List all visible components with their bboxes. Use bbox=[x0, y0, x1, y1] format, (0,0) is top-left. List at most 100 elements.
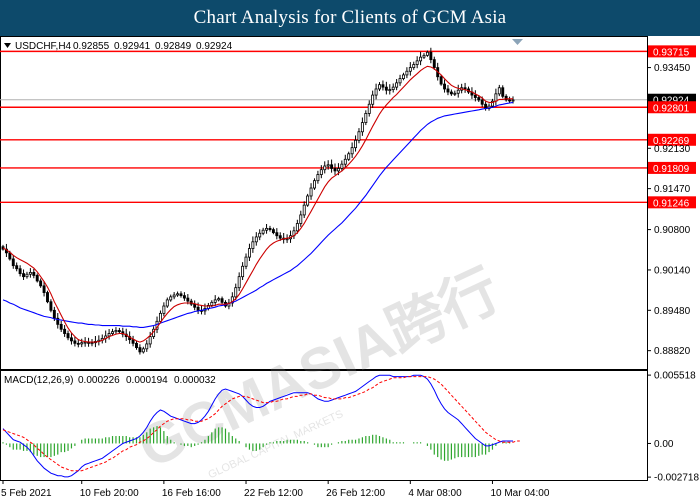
candle-body-up bbox=[217, 298, 221, 301]
time-tick-label: 4 Mar 08:00 bbox=[408, 488, 462, 499]
candle-body-up bbox=[494, 93, 498, 102]
candle-body-up bbox=[261, 229, 265, 234]
candle-body-down bbox=[131, 339, 135, 344]
candle-body-up bbox=[316, 174, 320, 182]
candle-body-up bbox=[299, 214, 303, 224]
candle-body-up bbox=[360, 122, 364, 133]
candle-body-up bbox=[364, 113, 368, 123]
candle-body-down bbox=[333, 168, 337, 172]
candle-body-up bbox=[306, 195, 310, 206]
candle-body-down bbox=[15, 265, 19, 270]
macd-info: MACD(12,26,9) 0.000226 0.000194 0.000032 bbox=[4, 375, 216, 386]
candle-body-up bbox=[145, 343, 149, 350]
candle-body-up bbox=[90, 342, 94, 345]
candle-body-down bbox=[49, 301, 53, 311]
candle-body-up bbox=[456, 89, 460, 94]
time-tick-label: 10 Mar 04:00 bbox=[490, 488, 549, 499]
candle-body-up bbox=[148, 336, 152, 345]
candle-body-down bbox=[11, 258, 15, 267]
candle-body-up bbox=[254, 236, 258, 243]
candle-body-down bbox=[193, 303, 197, 308]
candle-body-up bbox=[158, 312, 162, 322]
candle-body-down bbox=[480, 99, 484, 105]
candle-body-up bbox=[258, 232, 262, 238]
candle-body-down bbox=[473, 94, 477, 98]
candle-body-down bbox=[268, 227, 272, 230]
candle-body-up bbox=[244, 256, 248, 267]
candle-body-up bbox=[210, 301, 214, 306]
candle-body-down bbox=[449, 91, 453, 95]
candle-body-down bbox=[69, 337, 73, 342]
candle-body-down bbox=[501, 87, 505, 97]
candle-body-up bbox=[422, 54, 426, 58]
candle-body-down bbox=[330, 164, 334, 169]
macd-signal-value: 0.000194 bbox=[126, 375, 168, 386]
candle-body-up bbox=[347, 153, 351, 160]
candle-body-down bbox=[275, 232, 279, 237]
candle-body-up bbox=[162, 305, 166, 314]
candle-body-up bbox=[169, 296, 173, 301]
candle-body-up bbox=[80, 342, 84, 345]
price-tick-label: 0.93450 bbox=[654, 63, 691, 74]
ohlc-high: 0.92941 bbox=[114, 41, 151, 52]
candle-body-down bbox=[384, 86, 388, 91]
candle-body-down bbox=[477, 97, 481, 101]
candle-body-down bbox=[42, 285, 46, 293]
candle-body-up bbox=[295, 223, 299, 232]
candle-body-up bbox=[326, 164, 330, 167]
macd-histogram-value: 0.000032 bbox=[174, 375, 216, 386]
macd-tick-label: 0.00 bbox=[654, 439, 674, 450]
candle-body-up bbox=[111, 331, 114, 334]
candle-body-up bbox=[354, 139, 358, 149]
candle-body-up bbox=[350, 147, 354, 155]
candle-body-up bbox=[176, 293, 180, 296]
candle-body-down bbox=[63, 328, 67, 334]
candle-body-down bbox=[117, 330, 121, 333]
candle-body-down bbox=[446, 88, 450, 93]
level-label: 0.93715 bbox=[653, 47, 690, 58]
price-tick-label: 0.90800 bbox=[654, 225, 691, 236]
candle-body-up bbox=[237, 276, 241, 289]
candle-body-up bbox=[265, 227, 269, 231]
time-tick-label: 16 Feb 16:00 bbox=[162, 488, 221, 499]
candle-body-up bbox=[453, 92, 457, 95]
candle-body-up bbox=[395, 82, 399, 88]
candle-body-down bbox=[196, 306, 200, 311]
candle-body-up bbox=[367, 103, 371, 114]
candle-body-up bbox=[374, 88, 378, 96]
candle-body-up bbox=[343, 158, 347, 165]
level-label: 0.91246 bbox=[653, 198, 690, 209]
candle-body-down bbox=[186, 297, 190, 302]
candle-body-up bbox=[172, 294, 176, 298]
chart-header-bar: Chart Analysis for Clients of GCM Asia bbox=[0, 0, 700, 36]
candle-body-down bbox=[135, 342, 138, 349]
candle-body-up bbox=[357, 131, 361, 141]
candle-body-up bbox=[425, 51, 429, 56]
candle-body-down bbox=[52, 309, 56, 319]
candle-body-up bbox=[213, 299, 217, 303]
candle-body-down bbox=[432, 59, 436, 68]
candle-body-down bbox=[182, 295, 186, 299]
candle-body-down bbox=[18, 268, 22, 275]
candle-body-up bbox=[511, 99, 515, 102]
price-tick-label: 0.92130 bbox=[654, 144, 691, 155]
candle-body-down bbox=[35, 275, 39, 282]
candle-body-down bbox=[22, 273, 25, 278]
ohlc-close: 0.92924 bbox=[196, 41, 233, 52]
candle-body-up bbox=[405, 70, 409, 76]
candle-body-down bbox=[8, 252, 12, 260]
candle-body-down bbox=[138, 347, 142, 353]
candle-body-up bbox=[141, 348, 145, 353]
candle-body-down bbox=[429, 51, 433, 61]
macd-tick-label: 0.005518 bbox=[654, 371, 696, 382]
macd-label: MACD(12,26,9) bbox=[4, 375, 73, 386]
candle-body-up bbox=[313, 180, 316, 189]
candle-body-down bbox=[443, 83, 447, 90]
symbol-info: USDCHF,H4 0.92855 0.92941 0.92849 0.9292… bbox=[4, 41, 233, 52]
macd-tick-label: -0.002718 bbox=[654, 473, 699, 484]
candle-body-up bbox=[28, 271, 32, 275]
candle-body-down bbox=[381, 84, 385, 88]
candle-body-up bbox=[412, 64, 416, 68]
candle-body-up bbox=[408, 67, 412, 72]
candle-body-down bbox=[32, 271, 36, 276]
